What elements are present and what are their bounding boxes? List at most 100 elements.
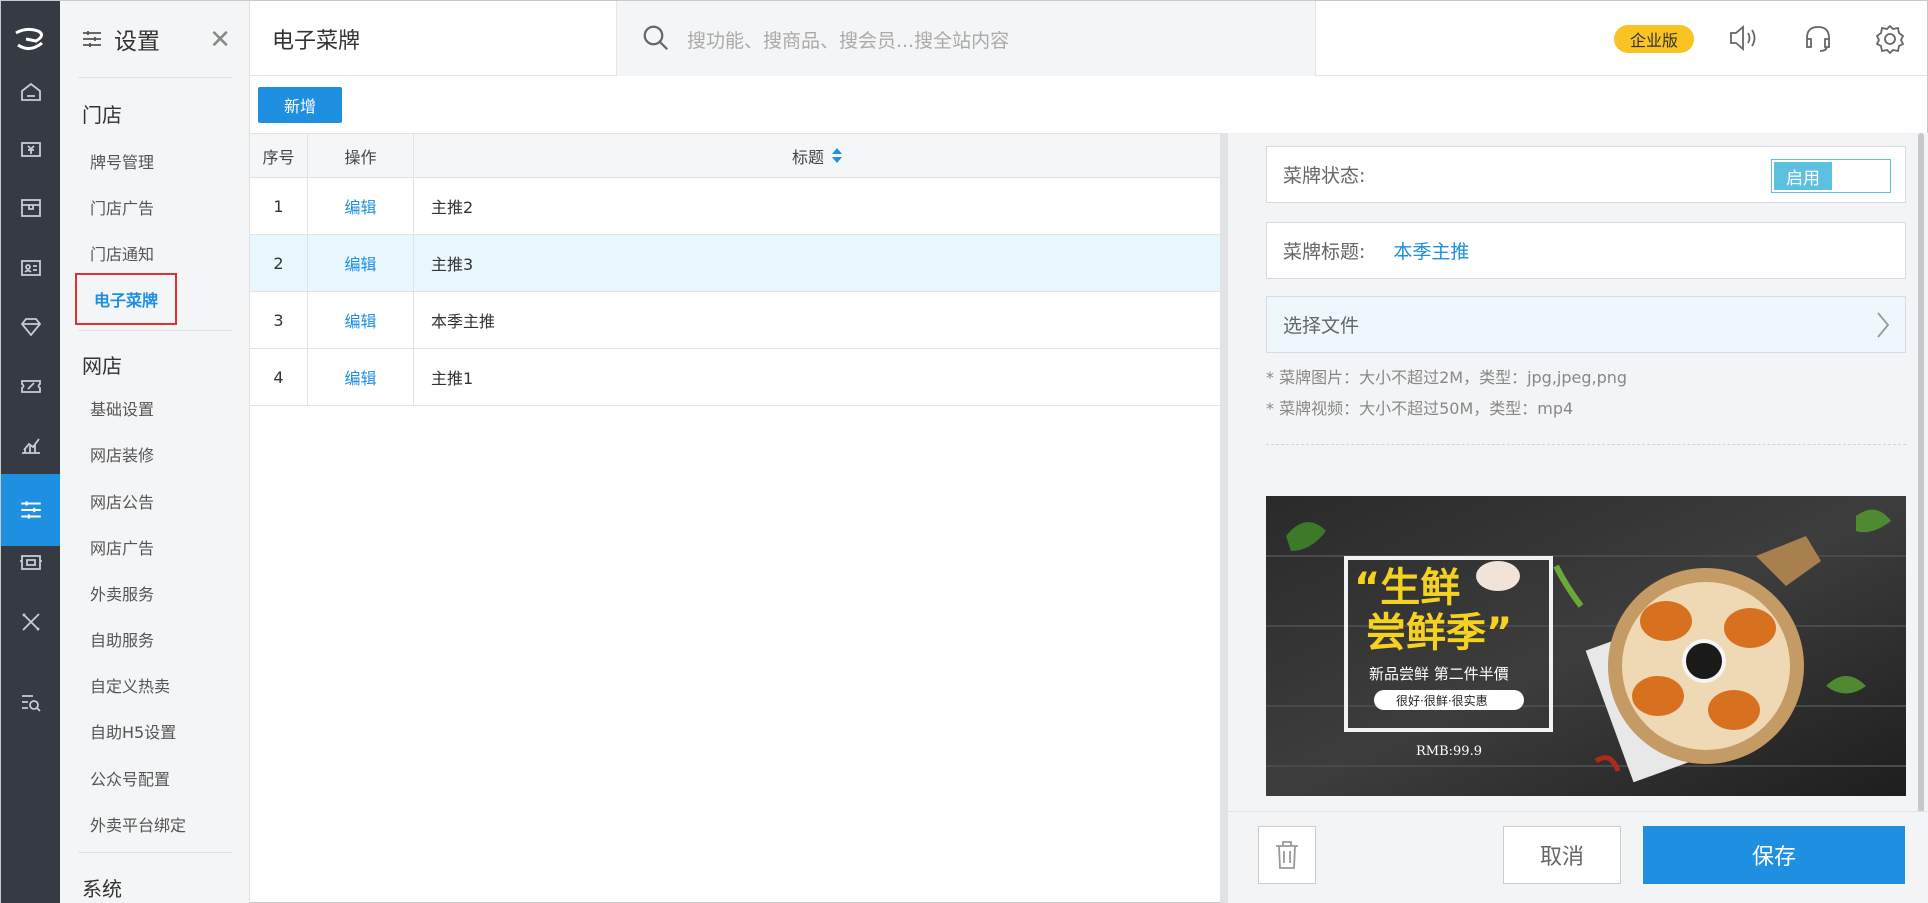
settings-button[interactable] xyxy=(1874,23,1906,59)
sound-button[interactable] xyxy=(1728,23,1760,57)
panel-footer: 取消 保存 xyxy=(1228,811,1928,903)
sidebar-title: 设置 xyxy=(114,29,160,55)
row-title: 主推2 xyxy=(431,198,474,217)
support-button[interactable] xyxy=(1802,23,1834,59)
table-row[interactable]: 3 编辑 本季主推 xyxy=(250,292,1220,349)
add-button[interactable]: 新增 xyxy=(258,87,342,123)
edition-badge: 企业版 xyxy=(1614,25,1694,53)
app-window: 设置 ✕ 门店 牌号管理 门店广告 门店通知 电子菜牌 网店 基础设置 网店装修… xyxy=(0,0,1928,903)
divider xyxy=(1266,444,1906,445)
row-no: 2 xyxy=(250,235,308,291)
divider xyxy=(78,77,232,78)
icon-rail xyxy=(1,1,60,903)
sidebar-item-official-account[interactable]: 公众号配置 xyxy=(90,766,170,790)
divider xyxy=(78,852,232,853)
status-field: 菜牌状态: 启用 xyxy=(1266,146,1906,203)
menu-table: 序号 操作 标题 1 编辑 主推2 2 编辑 主推3 3 编辑 本季主推 4 编… xyxy=(250,133,1220,406)
global-search[interactable]: 搜功能、搜商品、搜会员...搜全站内容 xyxy=(616,1,1316,76)
sliders-icon xyxy=(20,501,41,519)
rail-search[interactable] xyxy=(1,666,60,738)
box-icon xyxy=(20,199,41,217)
home-icon xyxy=(20,82,41,101)
sidebar-item-store-notice[interactable]: 门店通知 xyxy=(90,241,154,265)
section-system: 系统 xyxy=(82,877,122,901)
table-header: 序号 操作 标题 xyxy=(250,134,1220,178)
cancel-button[interactable]: 取消 xyxy=(1503,826,1621,884)
sidebar-item-store-decoration[interactable]: 网店装修 xyxy=(90,442,154,466)
edit-link[interactable]: 编辑 xyxy=(344,308,376,332)
sidebar-item-delivery-platform[interactable]: 外卖平台绑定 xyxy=(90,812,186,836)
banner-headline-2: 尝鲜季” xyxy=(1366,610,1512,656)
sidebar-item-e-menu[interactable]: 电子菜牌 xyxy=(75,273,177,325)
status-toggle[interactable]: 启用 xyxy=(1771,159,1891,193)
sidebar-header: 设置 ✕ xyxy=(60,1,249,77)
gear-icon xyxy=(1875,24,1905,55)
diamond-icon xyxy=(20,318,41,337)
col-header-action: 操作 xyxy=(308,134,414,177)
file-label: 选择文件 xyxy=(1283,315,1360,337)
banner-price: RMB:99.9 xyxy=(1416,744,1482,759)
sidebar-item-online-notice[interactable]: 网店公告 xyxy=(90,489,154,513)
tools-icon xyxy=(21,613,40,631)
menu-preview-image: “生鲜 尝鲜季” 新品尝鲜 第二件半價 很好·很鲜·很实惠 RMB:99.9 xyxy=(1266,496,1906,796)
title-input[interactable]: 本季主推 xyxy=(1393,237,1469,264)
row-title: 主推3 xyxy=(431,255,474,274)
table-row[interactable]: 2 编辑 主推3 xyxy=(250,235,1220,292)
col-header-title[interactable]: 标题 xyxy=(414,134,1220,177)
device-icon xyxy=(19,555,42,570)
delete-button[interactable] xyxy=(1258,826,1316,884)
edit-panel: 菜牌状态: 启用 菜牌标题: 本季主推 选择文件 * 菜牌图片：大小不超过2M，… xyxy=(1220,133,1928,903)
rail-report[interactable] xyxy=(1,409,60,481)
section-store: 门店 xyxy=(82,103,122,127)
edit-link[interactable]: 编辑 xyxy=(344,365,376,389)
title-label: 菜牌标题: xyxy=(1283,241,1366,263)
sidebar-item-basic-settings[interactable]: 基础设置 xyxy=(90,396,154,420)
row-no: 1 xyxy=(250,178,308,234)
edit-link[interactable]: 编辑 xyxy=(344,251,376,275)
sidebar-item-number-management[interactable]: 牌号管理 xyxy=(90,149,154,173)
sidebar-item-online-ads[interactable]: 网店广告 xyxy=(90,535,154,559)
search-input[interactable]: 搜功能、搜商品、搜会员...搜全站内容 xyxy=(687,26,1009,53)
sidebar-item-custom-hot[interactable]: 自定义热卖 xyxy=(90,673,170,697)
file-picker[interactable]: 选择文件 xyxy=(1266,296,1906,353)
col-header-title-label: 标题 xyxy=(791,147,824,167)
page-title: 电子菜牌 xyxy=(272,29,361,54)
toggle-on-label: 启用 xyxy=(1774,162,1832,190)
top-header: 电子菜牌 搜功能、搜商品、搜会员...搜全站内容 企业版 xyxy=(250,1,1927,76)
title-field[interactable]: 菜牌标题: 本季主推 xyxy=(1266,222,1906,279)
status-label: 菜牌状态: xyxy=(1283,165,1366,187)
table-row[interactable]: 4 编辑 主推1 xyxy=(250,349,1220,406)
section-online-store: 网店 xyxy=(82,354,122,378)
sidebar-item-self-service[interactable]: 自助服务 xyxy=(90,627,154,651)
edit-link[interactable]: 编辑 xyxy=(344,194,376,218)
trash-icon xyxy=(1276,841,1298,869)
divider xyxy=(78,330,232,331)
speaker-icon xyxy=(1730,25,1756,51)
sidebar-item-h5-settings[interactable]: 自助H5设置 xyxy=(90,719,176,743)
col-header-no: 序号 xyxy=(250,134,308,177)
chevron-right-icon xyxy=(1877,312,1890,338)
sliders-icon xyxy=(83,31,101,47)
search-icon xyxy=(643,25,669,51)
settings-sidebar: 设置 ✕ 门店 牌号管理 门店广告 门店通知 电子菜牌 网店 基础设置 网店装修… xyxy=(60,1,250,903)
scrollbar[interactable] xyxy=(1918,133,1924,813)
member-card-icon xyxy=(20,260,41,276)
close-icon[interactable]: ✕ xyxy=(209,27,231,53)
row-no: 4 xyxy=(250,349,308,405)
chart-icon xyxy=(21,438,40,454)
image-note: * 菜牌图片：大小不超过2M，类型：jpg,jpeg,png xyxy=(1266,368,1628,387)
table-row[interactable]: 1 编辑 主推2 xyxy=(250,178,1220,235)
rail-tools[interactable] xyxy=(1,586,60,658)
sidebar-item-delivery-service[interactable]: 外卖服务 xyxy=(90,581,154,605)
sort-icon[interactable] xyxy=(832,147,842,165)
logo-icon xyxy=(14,27,43,50)
row-title: 主推1 xyxy=(431,369,474,388)
banner-headline-1: “生鲜 xyxy=(1354,565,1460,611)
save-button[interactable]: 保存 xyxy=(1643,826,1905,884)
coupon-icon xyxy=(20,380,41,393)
banner-promo: 新品尝鲜 第二件半價 xyxy=(1369,665,1509,683)
video-note: * 菜牌视频：大小不超过50M，类型：mp4 xyxy=(1266,399,1574,418)
search-list-icon xyxy=(21,695,41,712)
banner-tagline: 很好·很鲜·很实惠 xyxy=(1396,693,1488,708)
sidebar-item-store-ads[interactable]: 门店广告 xyxy=(90,195,154,219)
